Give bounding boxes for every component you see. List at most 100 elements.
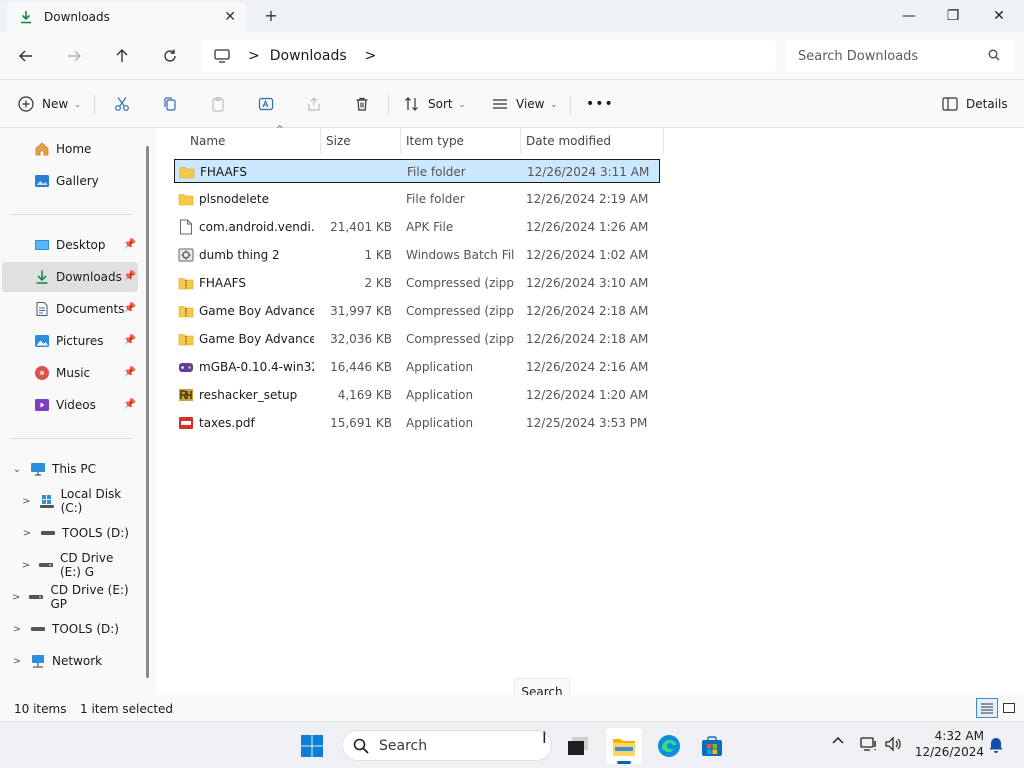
notification-bell-icon[interactable] <box>988 736 1004 758</box>
column-header-type[interactable]: Item type <box>400 128 520 154</box>
file-row[interactable]: FHAAFS 2 KB Compressed (zipp... 12/26/20… <box>174 271 660 295</box>
sidebar-item-local-disk[interactable]: > Local Disk (C:) <box>2 486 138 516</box>
taskbar-app-store[interactable] <box>694 728 730 764</box>
chevron-right-icon[interactable]: > <box>10 624 24 635</box>
divider <box>10 438 132 439</box>
sidebar-item-pictures[interactable]: Pictures 📌 <box>2 326 138 356</box>
sidebar-scrollbar[interactable] <box>146 146 149 678</box>
taskbar-app-file-explorer[interactable] <box>606 728 642 764</box>
sidebar-item-desktop[interactable]: Desktop 📌 <box>2 230 138 260</box>
file-row[interactable]: taxes.pdf 15,691 KB Application 12/25/20… <box>174 411 660 435</box>
close-window-button[interactable]: ✕ <box>976 0 1022 32</box>
file-row[interactable]: reshacker_setup 4,169 KB Application 12/… <box>174 383 660 407</box>
details-view-button[interactable] <box>976 698 998 718</box>
sidebar-item-tools-drive[interactable]: > TOOLS (D:) <box>2 518 138 548</box>
tiles-view-button[interactable] <box>998 698 1020 718</box>
pin-icon[interactable]: 📌 <box>124 399 136 410</box>
search-input[interactable]: Search Downloads <box>786 40 1014 72</box>
file-row[interactable]: mGBA-0.10.4-win32... 16,446 KB Applicati… <box>174 355 660 379</box>
breadcrumb-separator[interactable]: > <box>248 48 260 64</box>
file-row[interactable]: com.android.vendi... 21,401 KB APK File … <box>174 215 660 239</box>
sidebar-item-cd-drive[interactable]: > CD Drive (E:) G <box>2 550 138 580</box>
file-row[interactable]: plsnodelete File folder 12/26/2024 2:19 … <box>174 187 660 211</box>
sort-ascending-icon: ^ <box>276 125 284 135</box>
tab-downloads[interactable]: Downloads ✕ <box>6 2 246 32</box>
taskbar-clock[interactable]: 4:32 AM 12/26/2024 <box>912 728 984 760</box>
column-divider[interactable] <box>663 128 664 154</box>
file-row[interactable]: Game Boy Advance... 31,997 KB Compressed… <box>174 299 660 323</box>
sidebar-item-music[interactable]: Music 📌 <box>2 358 138 388</box>
chevron-down-icon: ⌄ <box>458 99 466 109</box>
sidebar-item-tools-root[interactable]: > TOOLS (D:) <box>2 614 138 644</box>
column-header-size[interactable]: Size <box>320 128 400 154</box>
sidebar-item-downloads[interactable]: Downloads 📌 <box>2 262 138 292</box>
sidebar-item-videos[interactable]: Videos 📌 <box>2 390 138 420</box>
start-button[interactable] <box>294 728 330 764</box>
sidebar-item-this-pc[interactable]: ⌄ This PC <box>2 454 138 484</box>
copy-button[interactable] <box>162 93 178 115</box>
taskbar-app-edge[interactable] <box>651 728 687 764</box>
navigation-pane: Home Gallery Desktop 📌 Downloads 📌 Docum… <box>0 128 156 695</box>
forward-button[interactable] <box>62 44 86 68</box>
taskbar-search[interactable]: Search <box>342 730 552 761</box>
more-options-button[interactable]: ••• <box>586 93 614 115</box>
windows-logo-icon <box>301 735 323 757</box>
file-date: 12/26/2024 2:18 AM <box>526 332 649 346</box>
music-icon <box>34 365 50 381</box>
file-name: FHAAFS <box>199 276 246 290</box>
new-button[interactable]: New ⌄ <box>18 93 81 115</box>
file-size: 31,997 KB <box>330 304 392 318</box>
taskbar: Search 4:32 AM 12/26/2024 <box>0 721 1024 768</box>
paste-button[interactable] <box>210 93 226 115</box>
column-header-name[interactable]: ^ Name <box>184 125 320 154</box>
up-button[interactable] <box>110 44 134 68</box>
chevron-right-icon[interactable]: > <box>20 560 32 571</box>
cut-button[interactable] <box>114 93 130 115</box>
address-bar[interactable]: > Downloads > <box>202 40 776 72</box>
column-header-date[interactable]: Date modified <box>520 128 664 154</box>
share-button[interactable] <box>306 93 322 115</box>
maximize-button[interactable]: ❐ <box>930 0 976 32</box>
refresh-button[interactable] <box>158 44 182 68</box>
chevron-right-icon[interactable]: > <box>10 656 24 667</box>
chevron-right-icon[interactable]: > <box>10 592 22 603</box>
active-indicator <box>617 761 631 764</box>
file-icon <box>178 219 194 235</box>
delete-button[interactable] <box>354 93 370 115</box>
tab-close-button[interactable]: ✕ <box>224 9 236 25</box>
taskbar-app-terminal[interactable] <box>560 728 596 764</box>
file-row[interactable]: Game Boy Advance... 32,036 KB Compressed… <box>174 327 660 351</box>
rename-button[interactable] <box>258 93 274 115</box>
network-status-icon[interactable] <box>860 736 878 756</box>
pin-icon[interactable]: 📌 <box>124 303 136 314</box>
breadcrumb-chevron[interactable]: > <box>365 48 377 64</box>
view-button[interactable]: View ⌄ <box>492 93 557 115</box>
sidebar-item-home[interactable]: Home <box>2 134 138 164</box>
back-button[interactable] <box>14 44 38 68</box>
breadcrumb-downloads[interactable]: Downloads <box>270 48 347 64</box>
minimize-button[interactable]: — <box>886 0 932 32</box>
volume-icon[interactable] <box>884 736 902 756</box>
pin-icon[interactable]: 📌 <box>124 271 136 282</box>
divider <box>388 95 389 115</box>
pin-icon[interactable]: 📌 <box>124 367 136 378</box>
new-tab-button[interactable]: + <box>262 6 280 25</box>
sidebar-item-network[interactable]: > Network <box>2 646 138 676</box>
chevron-up-icon[interactable] <box>832 734 844 749</box>
sidebar-item-gallery[interactable]: Gallery <box>2 166 138 196</box>
gallery-icon <box>34 173 50 189</box>
chevron-down-icon[interactable]: ⌄ <box>10 464 24 475</box>
chevron-right-icon[interactable]: > <box>20 496 33 507</box>
file-date: 12/26/2024 1:02 AM <box>526 248 649 262</box>
file-name: taxes.pdf <box>199 416 255 430</box>
sidebar-item-documents[interactable]: Documents 📌 <box>2 294 138 324</box>
chevron-right-icon[interactable]: > <box>20 528 34 539</box>
pin-icon[interactable]: 📌 <box>124 239 136 250</box>
file-row[interactable]: FHAAFS File folder 12/26/2024 3:11 AM <box>174 159 660 183</box>
details-button[interactable]: Details <box>942 93 1008 115</box>
sort-button[interactable]: Sort ⌄ <box>404 93 465 115</box>
sidebar-item-cd-drive-root[interactable]: > CD Drive (E:) GP <box>2 582 138 612</box>
file-row[interactable]: dumb thing 2 1 KB Windows Batch File 12/… <box>174 243 660 267</box>
pin-icon[interactable]: 📌 <box>124 335 136 346</box>
chevron-down-icon: ⌄ <box>550 99 558 109</box>
